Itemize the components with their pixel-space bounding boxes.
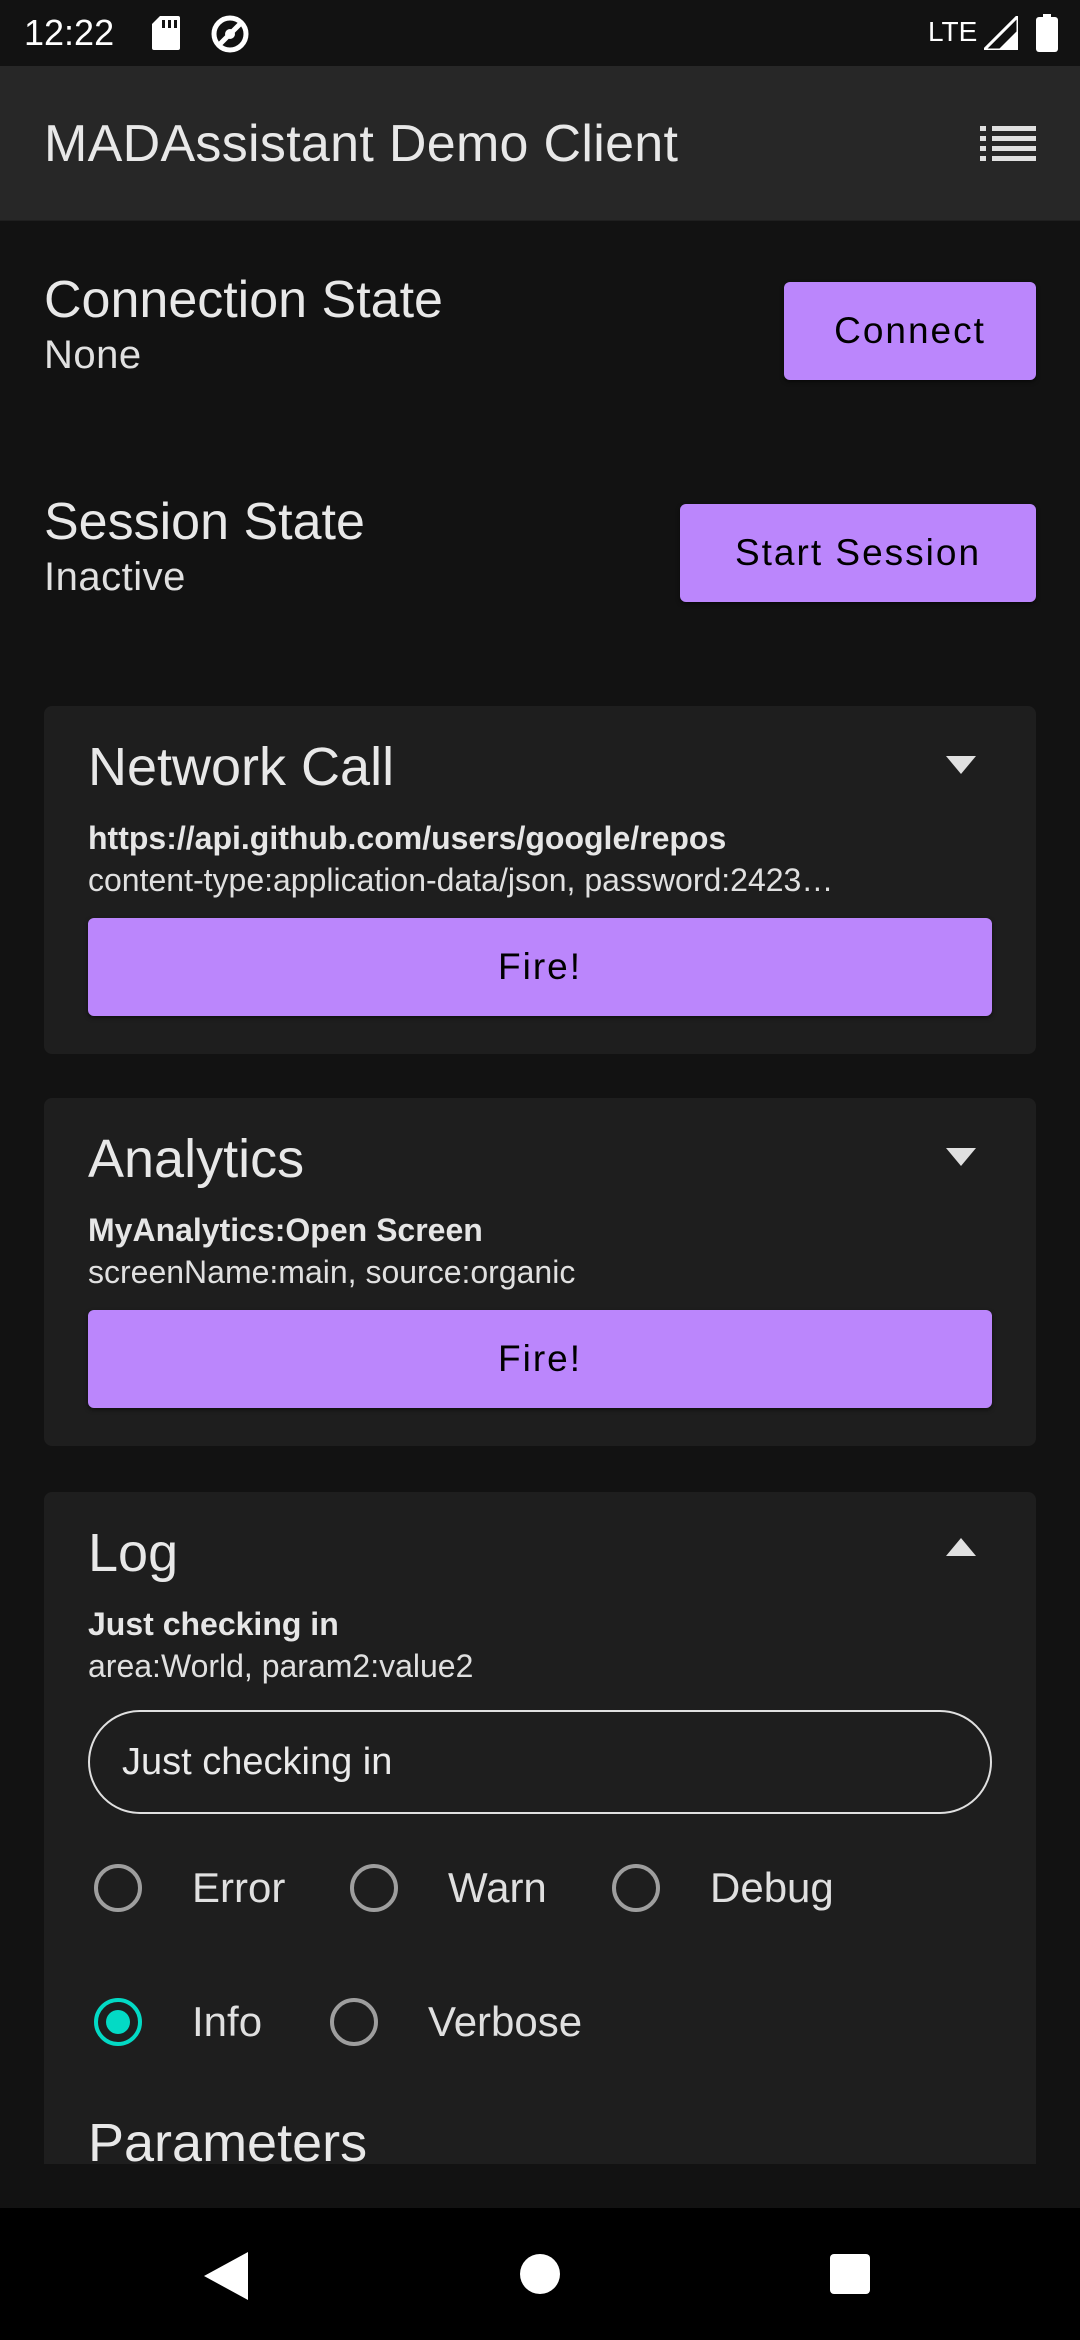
connection-state-value: None: [44, 333, 142, 377]
log-message-input[interactable]: [88, 1710, 992, 1814]
sync-icon: [211, 15, 249, 53]
analytics-params: screenName:main, source:organic: [88, 1254, 576, 1290]
radio-error-label: Error: [192, 1864, 286, 1911]
sd-card-icon: [152, 16, 180, 50]
radio-debug-label: Debug: [710, 1864, 834, 1911]
app-bar: MADAssistant Demo Client: [0, 66, 1080, 221]
analytics-card: Analytics MyAnalytics:Open Screen screen…: [44, 1098, 1036, 1446]
connect-button[interactable]: Connect: [784, 282, 1036, 380]
chevron-up-icon[interactable]: [946, 1538, 976, 1556]
network-fire-button[interactable]: Fire!: [88, 918, 992, 1016]
status-bar: 12:22 LTE: [0, 0, 1080, 66]
connection-state-block: Connection State None: [44, 270, 443, 380]
home-icon[interactable]: [520, 2254, 560, 2294]
system-nav-bar: [0, 2208, 1080, 2340]
analytics-title: Analytics: [88, 1129, 305, 1189]
network-call-params: content-type:application-data/json, pass…: [88, 862, 834, 898]
start-session-button[interactable]: Start Session: [680, 504, 1036, 602]
radio-error[interactable]: Error: [94, 1864, 285, 1912]
app-title: MADAssistant Demo Client: [44, 115, 679, 173]
radio-warn-circle[interactable]: [350, 1864, 398, 1912]
radio-error-circle[interactable]: [94, 1864, 142, 1912]
signal-icon: [984, 16, 1018, 50]
network-call-title: Network Call: [88, 737, 395, 797]
log-params: area:World, param2:value2: [88, 1648, 474, 1684]
radio-info-label: Info: [192, 1998, 263, 2045]
battery-icon: [1036, 14, 1058, 52]
radio-debug[interactable]: Debug: [612, 1864, 834, 1912]
session-state-title: Session State: [44, 493, 365, 551]
radio-verbose[interactable]: Verbose: [330, 1998, 582, 2046]
status-time: 12:22: [24, 12, 115, 53]
log-message: Just checking in: [88, 1606, 339, 1642]
radio-verbose-label: Verbose: [428, 1998, 583, 2045]
back-icon[interactable]: [204, 2252, 248, 2300]
radio-warn-label: Warn: [448, 1864, 547, 1911]
network-call-card: Network Call https://api.github.com/user…: [44, 706, 1036, 1054]
chevron-down-icon[interactable]: [946, 1148, 976, 1166]
parameters-title: Parameters: [88, 2113, 368, 2164]
analytics-event: MyAnalytics:Open Screen: [88, 1212, 483, 1248]
analytics-fire-button[interactable]: Fire!: [88, 1310, 992, 1408]
session-state-value: Inactive: [44, 555, 186, 599]
radio-info-circle[interactable]: [94, 1998, 142, 2046]
list-menu-icon[interactable]: [980, 124, 1036, 164]
session-state-block: Session State Inactive: [44, 492, 365, 602]
connection-state-title: Connection State: [44, 271, 443, 329]
radio-warn[interactable]: Warn: [350, 1864, 547, 1912]
log-title: Log: [88, 1523, 179, 1583]
network-call-url: https://api.github.com/users/google/repo…: [88, 820, 727, 856]
radio-debug-circle[interactable]: [612, 1864, 660, 1912]
radio-info[interactable]: Info: [94, 1998, 262, 2046]
log-card: Log Just checking in area:World, param2:…: [44, 1492, 1036, 2164]
network-type-label: LTE: [928, 16, 978, 47]
chevron-down-icon[interactable]: [946, 756, 976, 774]
recents-icon[interactable]: [830, 2254, 870, 2294]
radio-verbose-circle[interactable]: [330, 1998, 378, 2046]
